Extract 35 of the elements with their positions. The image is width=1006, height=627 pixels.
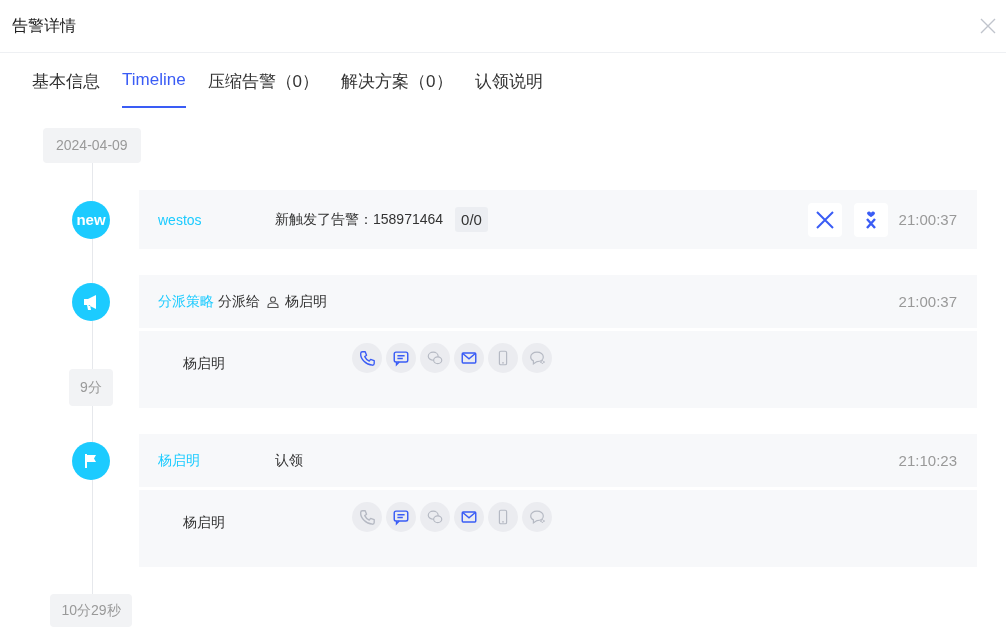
phone-icon[interactable] — [352, 343, 382, 373]
tab[interactable]: 压缩告警（0） — [207, 70, 320, 108]
ribbon-icon — [863, 210, 878, 229]
tab[interactable]: Timeline — [122, 70, 186, 108]
assignee-name: 杨启明 — [285, 292, 327, 311]
message-icon[interactable] — [386, 502, 416, 532]
megaphone-icon — [72, 282, 110, 321]
event-time: 21:10:23 — [898, 452, 957, 469]
x-icon — [814, 209, 835, 230]
new-badge: new — [72, 200, 110, 239]
event-time: 21:00:37 — [898, 293, 957, 310]
event-message: 认领 — [275, 451, 303, 470]
close-icon[interactable] — [980, 18, 996, 34]
event-message: 新触发了告警：158971464 — [275, 210, 444, 229]
recipient-name: 杨启明 — [183, 355, 226, 373]
event-action: 分派给 — [218, 292, 260, 311]
duration-badge: 10分29秒 — [50, 594, 132, 627]
count-badge: 0/0 — [455, 207, 488, 232]
user-icon — [267, 295, 279, 308]
close-button[interactable] — [807, 202, 842, 237]
mail-icon[interactable] — [454, 343, 484, 373]
message-icon[interactable] — [386, 343, 416, 373]
chat-sparkle-icon[interactable] — [522, 343, 552, 373]
date-badge: 2024-04-09 — [43, 128, 141, 163]
tab[interactable]: 认领说明 — [474, 70, 543, 108]
flag-icon — [72, 441, 110, 480]
chat-sparkle-icon[interactable] — [522, 502, 552, 532]
dialog-title: 告警详情 — [12, 15, 76, 36]
duration-badge: 9分 — [69, 369, 113, 406]
event-time: 21:00:37 — [898, 211, 957, 228]
claim-button[interactable] — [853, 202, 888, 237]
mail-icon[interactable] — [454, 502, 484, 532]
tab[interactable]: 解决方案（0） — [341, 70, 453, 108]
recipient-name: 杨启明 — [183, 514, 226, 532]
tab[interactable]: 基本信息 — [32, 70, 100, 108]
